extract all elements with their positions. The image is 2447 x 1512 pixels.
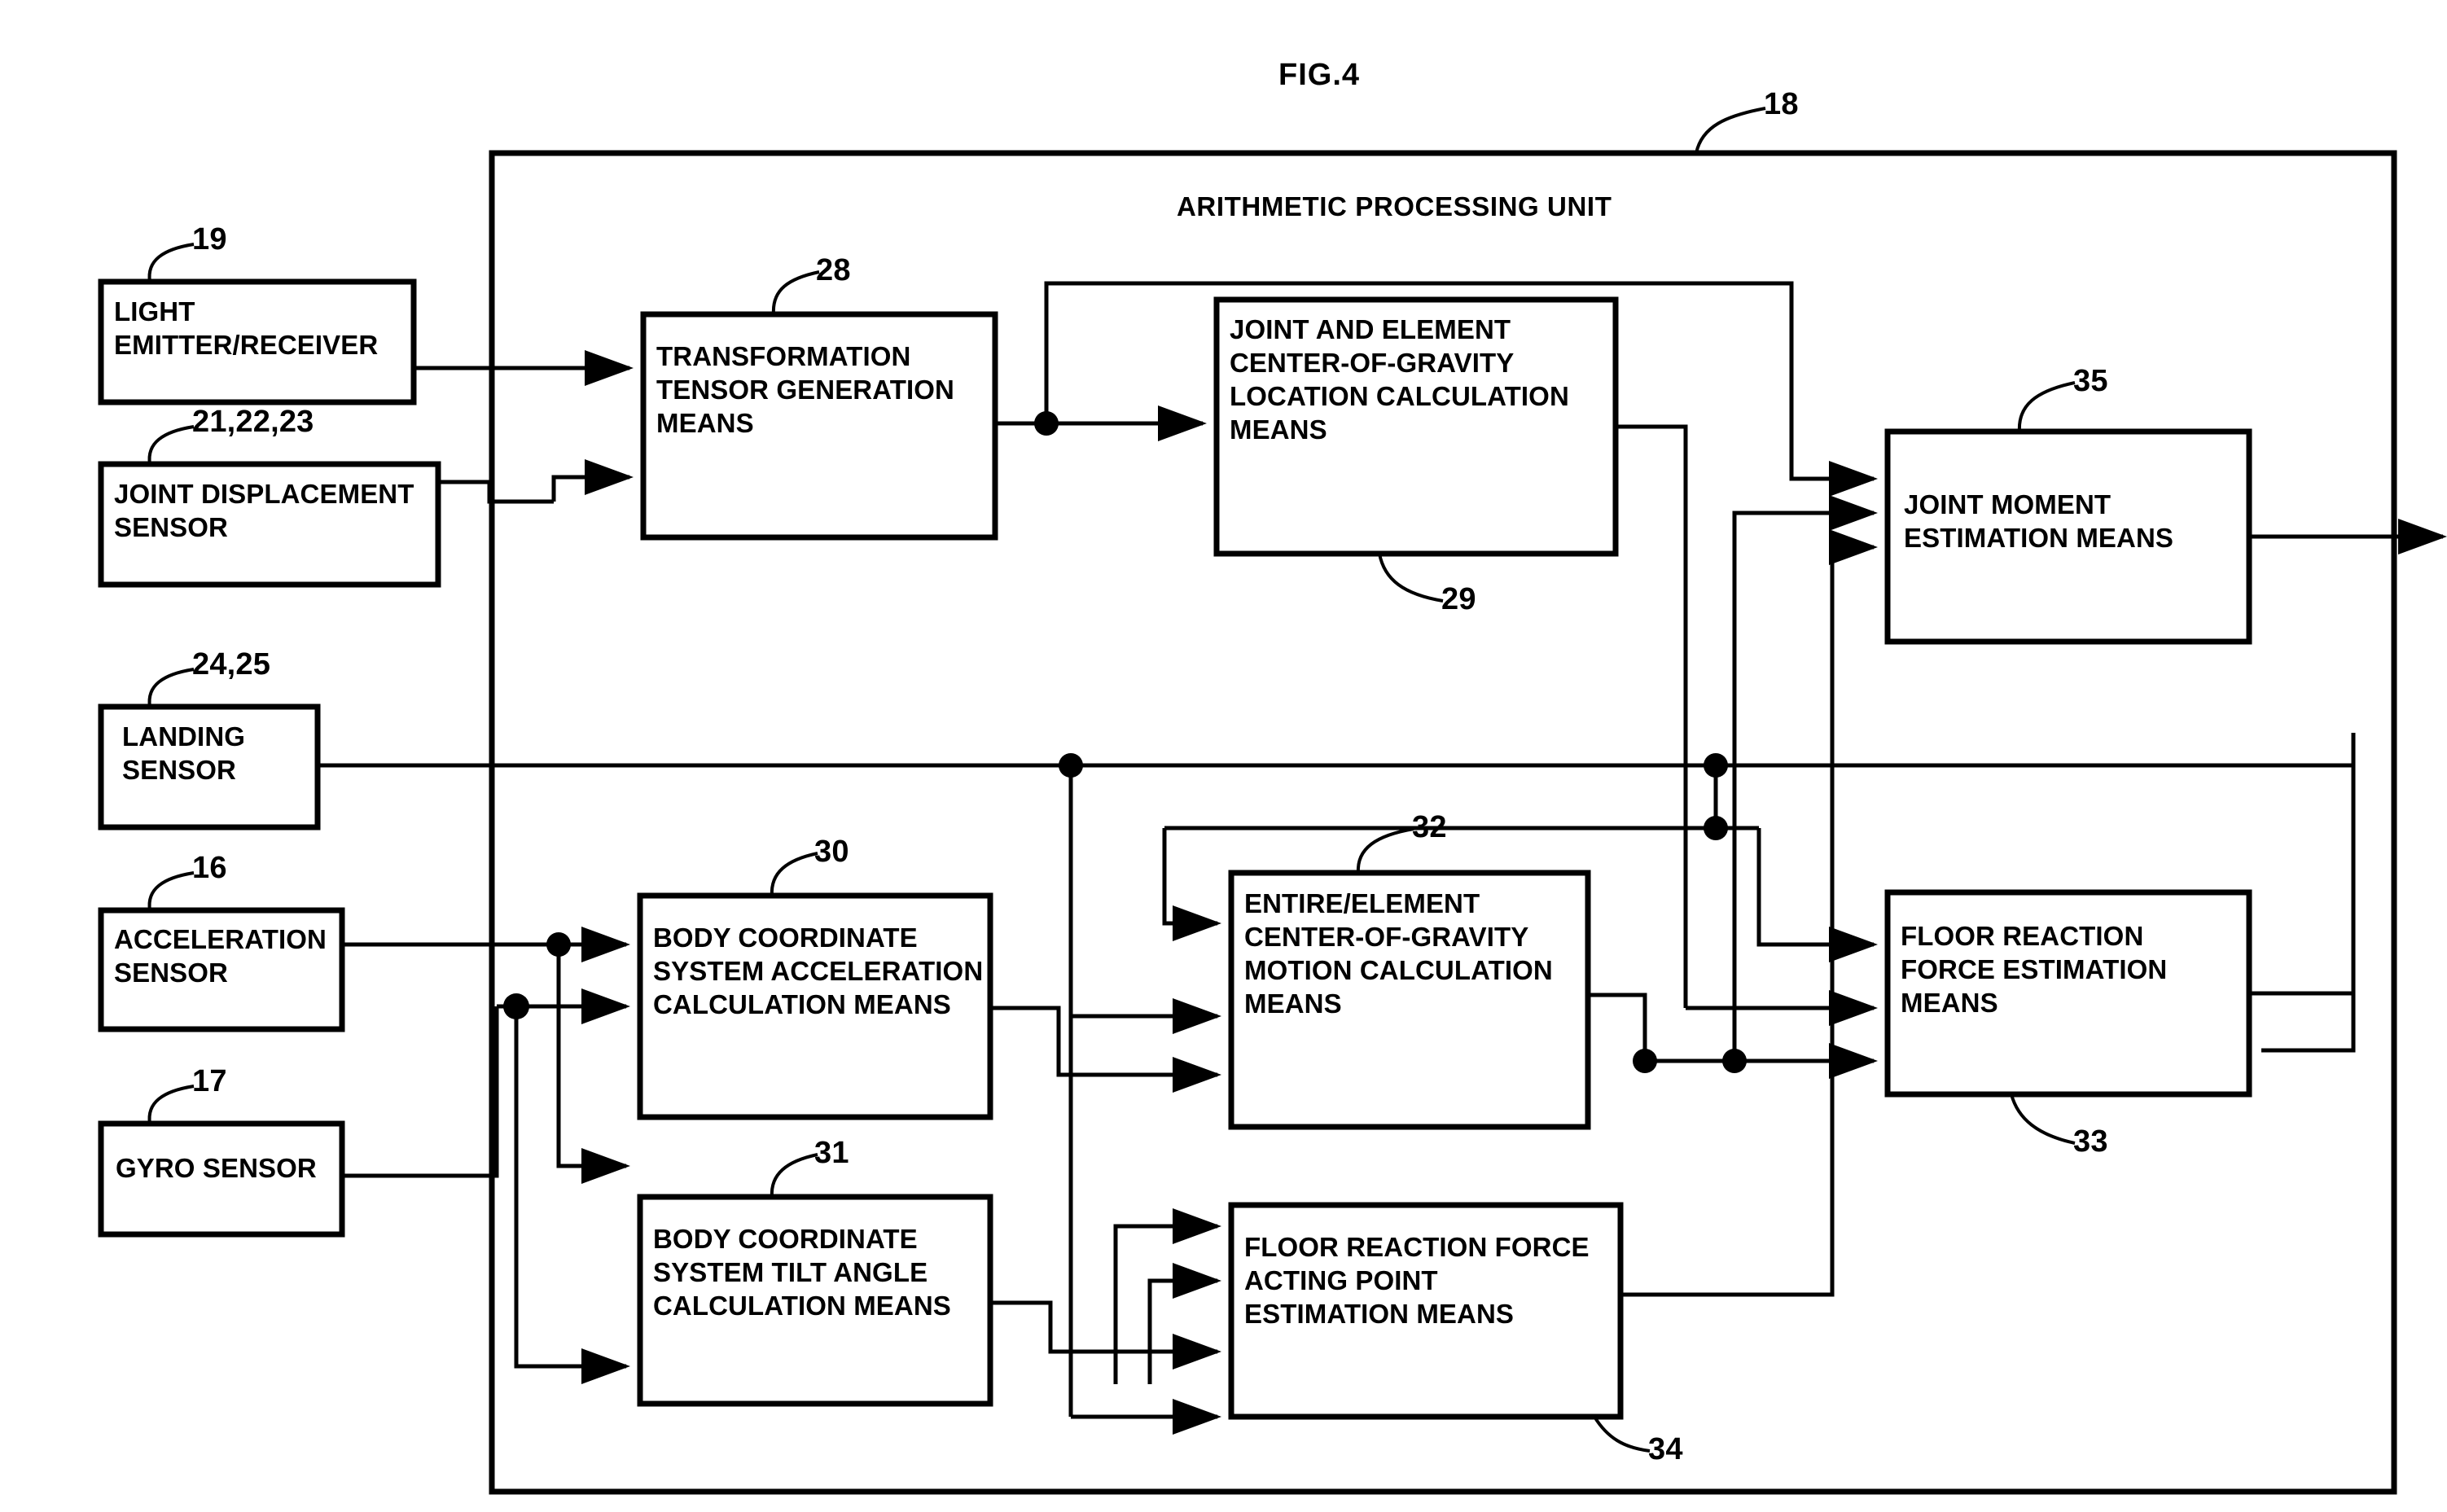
ref-number-30: 30 [814, 835, 849, 869]
wire-gyro-main [342, 1006, 499, 1178]
ref-number-19: 19 [192, 222, 227, 256]
sensor-label-light-emitter-receiver: LIGHT EMITTER/RECEIVER [114, 296, 379, 360]
block-label-transformation-tensor-generation-means: TRANSFORMATION TENSOR GENERATION MEANS [656, 341, 954, 438]
wire-gyro-down-31 [514, 1006, 630, 1384]
block-label-entire-element-cog-motion-calculation-means: ENTIRE/ELEMENT CENTER-OF-GRAVITY MOTION … [1244, 888, 1553, 1019]
sensor-label-joint-displacement-sensor: JOINT DISPLACEMENT SENSOR [114, 479, 414, 542]
wire-landing-down-32 [1068, 765, 1221, 1034]
sensor-label-landing-sensor: LANDING SENSOR [122, 721, 246, 785]
sensor-label-acceleration-sensor: ACCELERATION SENSOR [114, 924, 327, 988]
leader-18 [1695, 107, 1766, 154]
wire-landing-32-upper [1162, 828, 1221, 941]
wire-32-up-to-35 [1732, 495, 1878, 1061]
wire-joint-disp-run [438, 480, 492, 500]
wire-riser-b [1147, 1263, 1221, 1384]
ref-number-31: 31 [814, 1136, 849, 1170]
ref-number-34: 34 [1648, 1432, 1683, 1466]
block-label-floor-reaction-force-estimation-means: FLOOR REACTION FORCE ESTIMATION MEANS [1901, 921, 2168, 1018]
patent-figure-canvas: FIG.4 ARITHMETIC PROCESSING UNIT 18 19 2… [0, 0, 2447, 1512]
wire-riser-a [1113, 1208, 1221, 1384]
block-label-joint-and-element-cog-location-calculation-means: JOINT AND ELEMENT CENTER-OF-GRAVITY LOCA… [1230, 314, 1569, 445]
sensor-label-gyro-sensor: GYRO SENSOR [116, 1153, 317, 1183]
ref-number-28: 28 [816, 253, 851, 287]
ref-number-24-25: 24,25 [192, 647, 271, 681]
ref-number-21-22-23: 21,22,23 [192, 405, 314, 439]
block-label-floor-reaction-force-acting-point-estimation-means: FLOOR REACTION FORCE ACTING POINT ESTIMA… [1244, 1232, 1590, 1329]
block-label-joint-moment-estimation-means: JOINT MOMENT ESTIMATION MEANS [1904, 489, 2173, 553]
ref-number-35: 35 [2073, 364, 2108, 398]
ref-number-33: 33 [2073, 1124, 2108, 1159]
wire-landing-edge-down [2261, 765, 2356, 1053]
wire-32-out [1588, 993, 1647, 1061]
wire-31-out [990, 1300, 1221, 1370]
block-label-body-coordinate-system-acceleration-calculation-means: BODY COORDINATE SYSTEM ACCELERATION CALC… [653, 923, 984, 1019]
ref-number-32: 32 [1412, 810, 1447, 844]
wire-joint-disp-bus [487, 482, 554, 504]
wire-joint-disp-into-28 [551, 459, 634, 502]
ref-number-17: 17 [192, 1064, 227, 1098]
figure-title: FIG.4 [1278, 58, 1361, 92]
diagram-vector-layer [98, 107, 2447, 1495]
block-label-body-coordinate-system-tilt-angle-calculation-means: BODY COORDINATE SYSTEM TILT ANGLE CALCUL… [653, 1224, 951, 1321]
wire-34-up [1829, 529, 1878, 953]
ref-number-16: 16 [192, 851, 227, 885]
wire-accel-down [556, 944, 630, 1184]
wire-33-feed-1 [1756, 828, 1878, 962]
wire-29-out [1616, 424, 1688, 743]
arithmetic-processing-unit-title: ARITHMETIC PROCESSING UNIT [1177, 191, 1612, 221]
ref-number-18: 18 [1764, 87, 1799, 121]
wire-34-out [1620, 953, 1835, 1297]
ref-number-29: 29 [1441, 582, 1476, 616]
